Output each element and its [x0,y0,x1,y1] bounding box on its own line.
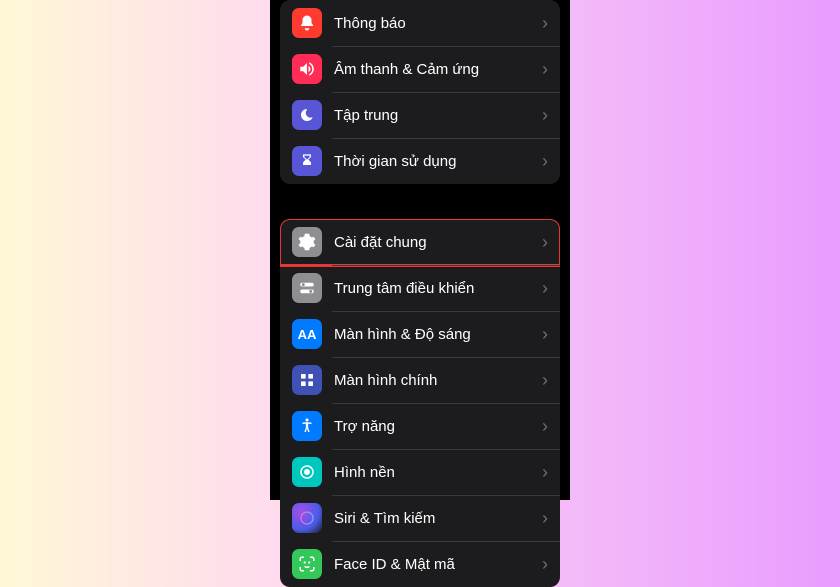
settings-label: Âm thanh & Cảm ứng [334,61,542,78]
gear-icon [292,227,322,257]
settings-row-sounds[interactable]: Âm thanh & Cảm ứng › [280,46,560,92]
settings-group-notifications: Thông báo › Âm thanh & Cảm ứng › Tập tru… [280,0,560,184]
chevron-right-icon: › [542,13,548,34]
speaker-icon [292,54,322,84]
settings-group-general: Cài đặt chung › Trung tâm điều khiển › A… [280,219,560,587]
settings-row-focus[interactable]: Tập trung › [280,92,560,138]
wallpaper-icon [292,457,322,487]
settings-label: Màn hình chính [334,372,542,389]
switches-icon [292,273,322,303]
text-size-icon: AA [292,319,322,349]
settings-row-homescreen[interactable]: Màn hình chính › [280,357,560,403]
settings-label: Thời gian sử dụng [334,153,542,170]
chevron-right-icon: › [542,416,548,437]
settings-label: Cài đặt chung [334,234,542,251]
chevron-right-icon: › [542,105,548,126]
chevron-right-icon: › [542,278,548,299]
chevron-right-icon: › [542,462,548,483]
settings-row-wallpaper[interactable]: Hình nền › [280,449,560,495]
chevron-right-icon: › [542,324,548,345]
settings-row-notifications[interactable]: Thông báo › [280,0,560,46]
bell-icon [292,8,322,38]
hourglass-icon [292,146,322,176]
settings-label: Hình nền [334,464,542,481]
siri-icon [292,503,322,533]
chevron-right-icon: › [542,232,548,253]
settings-row-faceid[interactable]: Face ID & Mật mã › [280,541,560,587]
grid-icon [292,365,322,395]
faceid-icon [292,549,322,579]
moon-icon [292,100,322,130]
phone-screen: Thông báo › Âm thanh & Cảm ứng › Tập tru… [270,0,570,500]
settings-row-general[interactable]: Cài đặt chung › [280,219,560,265]
settings-label: Trung tâm điều khiển [334,280,542,297]
chevron-right-icon: › [542,508,548,529]
settings-label: Thông báo [334,15,542,32]
settings-label: Màn hình & Độ sáng [334,326,542,343]
chevron-right-icon: › [542,59,548,80]
settings-row-accessibility[interactable]: Trợ năng › [280,403,560,449]
settings-label: Face ID & Mật mã [334,556,542,573]
settings-row-screentime[interactable]: Thời gian sử dụng › [280,138,560,184]
chevron-right-icon: › [542,554,548,575]
settings-row-siri[interactable]: Siri & Tìm kiếm › [280,495,560,541]
settings-label: Tập trung [334,107,542,124]
settings-row-display[interactable]: AA Màn hình & Độ sáng › [280,311,560,357]
settings-row-control-center[interactable]: Trung tâm điều khiển › [280,265,560,311]
settings-label: Siri & Tìm kiếm [334,510,542,527]
settings-label: Trợ năng [334,418,542,435]
chevron-right-icon: › [542,151,548,172]
chevron-right-icon: › [542,370,548,391]
accessibility-icon [292,411,322,441]
